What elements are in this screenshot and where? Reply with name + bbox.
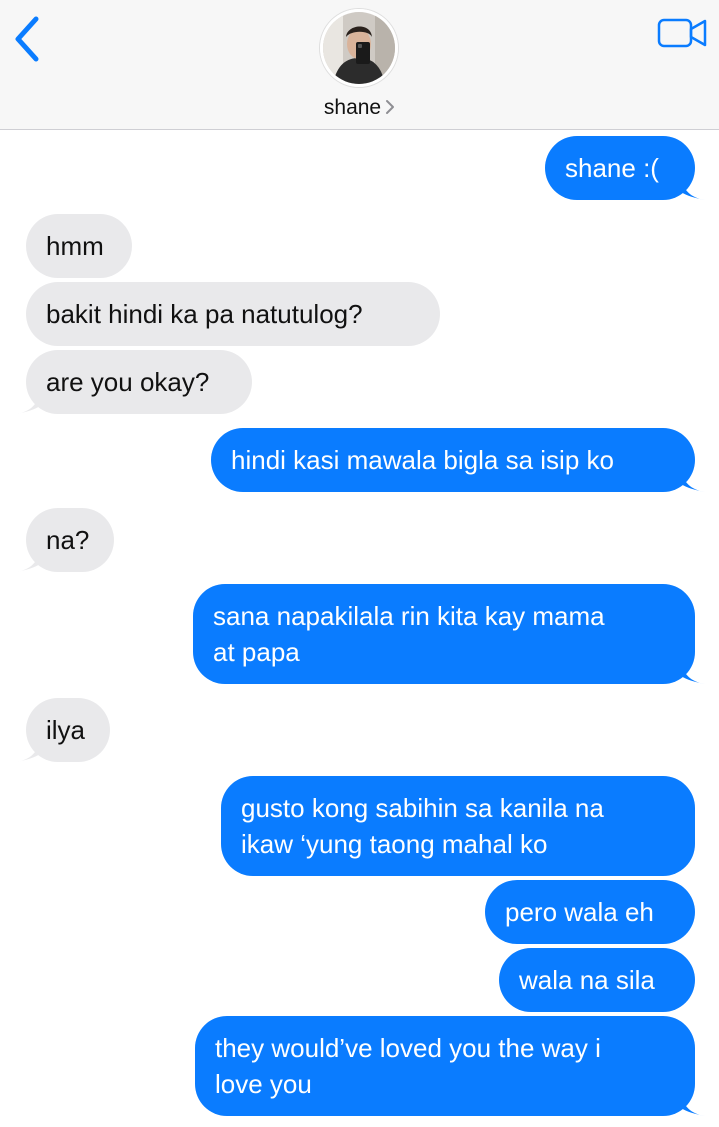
conversation-header: shane bbox=[0, 0, 719, 130]
message-text: love you bbox=[215, 1069, 312, 1099]
message-text: bakit hindi ka pa natutulog? bbox=[46, 299, 363, 329]
sent-message-bubble[interactable]: gusto kong sabihin sa kanila na ikaw ‘yun… bbox=[221, 776, 695, 876]
bubble-tail bbox=[16, 740, 40, 762]
message-text: are you okay? bbox=[46, 367, 210, 397]
message-text: at papa bbox=[213, 637, 300, 667]
bubble-tail bbox=[681, 178, 705, 200]
chevron-left-icon bbox=[15, 16, 39, 62]
sent-message-bubble[interactable]: sana napakilala rin kita kay mama at papa bbox=[193, 584, 695, 684]
message-text: shane :( bbox=[565, 153, 659, 183]
contact-name: shane bbox=[323, 96, 382, 119]
contact-name-button[interactable]: shane bbox=[0, 96, 719, 120]
bubble-tail bbox=[681, 1094, 705, 1116]
message-text: ikaw ‘yung taong mahal ko bbox=[241, 829, 548, 859]
video-camera-icon bbox=[657, 18, 707, 48]
received-message-bubble[interactable]: bakit hindi ka pa natutulog? bbox=[26, 282, 440, 346]
message-text: ilya bbox=[46, 715, 86, 745]
message-thread[interactable]: shane :( hmm bakit hindi ka pa natutulog? a… bbox=[0, 130, 719, 1127]
message-text: pero wala eh bbox=[505, 897, 654, 927]
message-text: sana napakilala rin kita kay mama bbox=[213, 601, 605, 631]
message-text: wala na sila bbox=[519, 965, 655, 995]
chevron-right-icon bbox=[386, 99, 395, 114]
bubble-tail bbox=[16, 392, 40, 414]
received-message-bubble[interactable]: are you okay? bbox=[26, 350, 252, 414]
video-call-button[interactable] bbox=[657, 16, 709, 50]
back-button[interactable] bbox=[10, 14, 46, 64]
sent-message-bubble[interactable]: they would’ve loved you the way i love yo… bbox=[195, 1016, 695, 1116]
profile-photo bbox=[323, 12, 395, 84]
message-text: gusto kong sabihin sa kanila na bbox=[241, 793, 604, 823]
bubble-tail bbox=[16, 550, 40, 572]
avatar[interactable] bbox=[320, 9, 398, 87]
bubble-tail bbox=[681, 662, 705, 684]
sent-message-bubble[interactable]: hindi kasi mawala bigla sa isip ko bbox=[211, 428, 695, 492]
sent-message-bubble[interactable]: pero wala eh bbox=[485, 880, 695, 944]
bubble-tail bbox=[681, 470, 705, 492]
message-text: hindi kasi mawala bigla sa isip ko bbox=[231, 445, 614, 475]
sent-message-bubble[interactable]: wala na sila bbox=[499, 948, 695, 1012]
message-text: na? bbox=[46, 525, 90, 555]
message-text: hmm bbox=[46, 231, 104, 261]
received-message-bubble[interactable]: hmm bbox=[26, 214, 132, 278]
sent-message-bubble[interactable]: shane :( bbox=[545, 136, 695, 200]
message-text: they would’ve loved you the way i bbox=[215, 1033, 601, 1063]
